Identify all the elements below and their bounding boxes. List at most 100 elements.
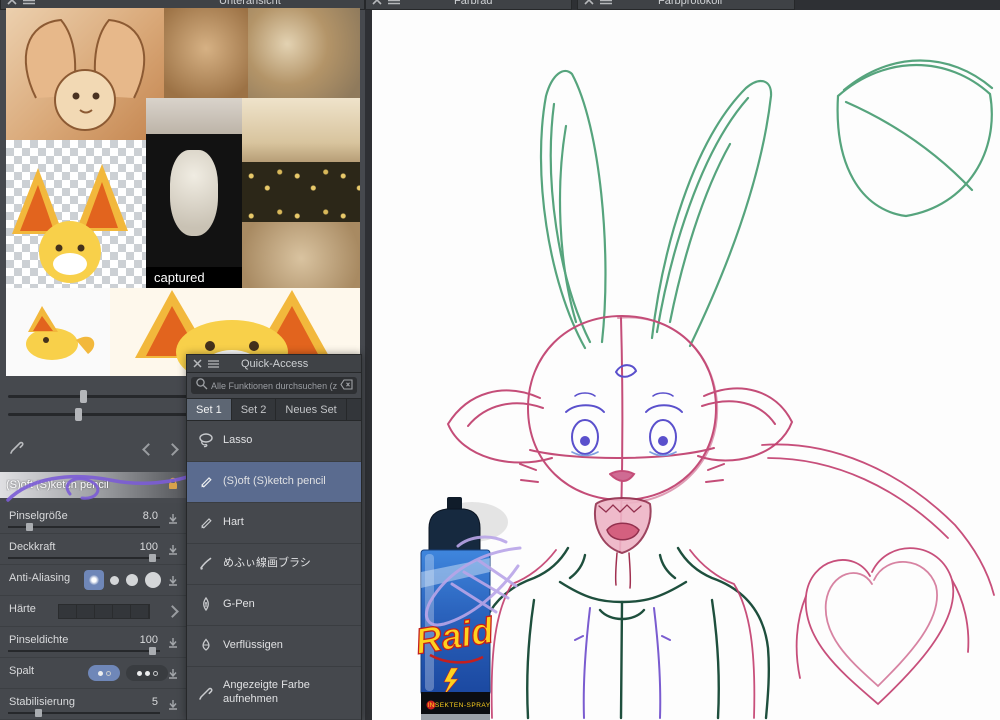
quick-access-item-gpen[interactable]: G-Pen (187, 585, 361, 626)
drawing-canvas[interactable]: Raid INSEKTEN-SPRAY (372, 10, 1000, 720)
search-bar[interactable] (191, 377, 357, 394)
gap-option-selected[interactable] (88, 665, 120, 681)
expand-icon[interactable] (166, 605, 179, 618)
slider-track[interactable] (8, 413, 188, 416)
search-input[interactable] (211, 380, 337, 391)
download-icon[interactable] (167, 574, 179, 592)
panel-title: Unteransicht (219, 0, 281, 7)
menu-icon[interactable] (600, 0, 612, 10)
clear-search-icon[interactable] (340, 377, 353, 395)
canvas-sketch: Raid INSEKTEN-SPRAY (412, 59, 995, 720)
menu-icon[interactable] (388, 0, 400, 10)
quick-access-panel: Quick-Access Set 1 Set 2 Neues Set Lasso (186, 354, 362, 720)
reference-photo-sparkles (242, 162, 360, 222)
sketch-green (539, 59, 994, 350)
prop-label: Anti-Aliasing (9, 572, 71, 584)
prop-label: Pinseldichte (9, 634, 69, 646)
download-icon[interactable] (167, 543, 179, 561)
prop-slider-track[interactable] (8, 647, 160, 655)
gap-option[interactable] (126, 665, 168, 681)
pencil-icon (198, 473, 214, 492)
fennec-art (24, 18, 146, 131)
quick-access-item-liquify[interactable]: Verflüssigen (187, 626, 361, 667)
reference-photo (242, 222, 360, 288)
reference-photo (248, 8, 360, 98)
tab-new-set[interactable]: Neues Set (276, 399, 347, 420)
quick-access-item-sketch-pencil[interactable]: (S)oft (S)ketch pencil (187, 462, 361, 503)
prop-value: 100 (139, 634, 158, 646)
aa-option-soft-selected[interactable] (84, 570, 104, 590)
quick-access-item-lasso[interactable]: Lasso (187, 421, 361, 462)
sketch-magenta (490, 443, 995, 719)
reference-photo (164, 8, 248, 98)
prop-row-gap[interactable]: Spalt (0, 658, 186, 689)
aa-option[interactable] (110, 576, 119, 585)
prev-image-button[interactable] (142, 443, 155, 456)
prop-slider-track[interactable] (8, 709, 160, 717)
prop-row-opacity[interactable]: Deckkraft 100 (0, 534, 186, 565)
tab-set-1[interactable]: Set 1 (187, 399, 232, 420)
liquify-icon (198, 637, 214, 656)
quick-access-item-mefi-brush[interactable]: めふぃ線画ブラシ (187, 544, 361, 585)
prop-slider-handle[interactable] (26, 523, 34, 531)
slider-track[interactable] (8, 395, 188, 398)
panel-title: Farbrad (454, 0, 493, 7)
prop-slider-handle[interactable] (149, 647, 157, 655)
fennekin-art (12, 164, 128, 283)
eyedropper-toggle-icon[interactable] (9, 438, 25, 459)
prop-label: Spalt (9, 665, 35, 677)
close-icon[interactable] (372, 0, 382, 10)
prop-row-stabilization[interactable]: Stabilisierung 5 (0, 689, 186, 720)
pen-nib-icon (198, 596, 214, 615)
aa-option[interactable] (145, 572, 161, 588)
prop-value: 5 (151, 696, 158, 708)
prop-label: Stabilisierung (9, 696, 76, 708)
menu-icon[interactable] (208, 355, 219, 373)
colorwheel-titlebar[interactable]: Farbrad (365, 0, 572, 10)
sketch-body (475, 546, 771, 720)
prop-slider-handle[interactable] (35, 709, 43, 717)
quick-access-tabs: Set 1 Set 2 Neues Set (187, 398, 361, 421)
prop-slider-track[interactable] (8, 523, 160, 531)
tab-set-2[interactable]: Set 2 (232, 399, 277, 420)
raid-band-text: INSEKTEN-SPRAY (427, 702, 490, 709)
close-icon[interactable] (584, 0, 594, 10)
hardness-segments[interactable] (58, 604, 150, 619)
download-icon[interactable] (167, 636, 179, 654)
slider-handle[interactable] (74, 408, 82, 421)
lock-icon[interactable] (166, 476, 180, 495)
current-tool-bar[interactable]: (S)oft (S)ketch pencil (0, 472, 186, 498)
aa-option[interactable] (126, 574, 138, 586)
subview-rotate-slider[interactable] (8, 408, 188, 421)
prop-row-hardness[interactable]: Härte (0, 596, 186, 627)
panel-title: Farbprotokoll (658, 0, 723, 7)
subview-zoom-slider[interactable] (8, 390, 188, 403)
lasso-icon (198, 432, 214, 451)
reference-art-fennekin (6, 288, 110, 376)
colorhistory-titlebar[interactable]: Farbprotokoll (577, 0, 795, 10)
brush-icon (198, 555, 214, 574)
reference-photo (242, 98, 360, 162)
download-icon[interactable] (167, 512, 179, 530)
download-icon[interactable] (167, 698, 179, 716)
prop-row-density[interactable]: Pinseldichte 100 (0, 627, 186, 658)
prop-label: Pinselgröße (9, 510, 68, 522)
prop-row-antialiasing[interactable]: Anti-Aliasing (0, 565, 186, 596)
next-image-button[interactable] (166, 443, 179, 456)
prop-slider-handle[interactable] (149, 554, 157, 562)
close-icon[interactable] (193, 355, 202, 373)
search-icon (195, 377, 208, 395)
reference-photo (146, 98, 242, 134)
quick-access-titlebar[interactable]: Quick-Access (187, 355, 361, 373)
quick-access-item-hart[interactable]: Hart (187, 503, 361, 544)
download-icon[interactable] (167, 667, 179, 685)
prop-row-brush-size[interactable]: Pinselgröße 8.0 (0, 503, 186, 534)
reference-art-fennekin (6, 140, 146, 288)
fennekin-art (26, 306, 95, 360)
quick-access-item-pick-color[interactable]: Angezeigte Farbe aufnehmen (187, 667, 361, 720)
prop-value: 8.0 (142, 510, 158, 522)
panel-title: Quick-Access (241, 357, 309, 370)
slider-handle[interactable] (80, 390, 87, 403)
sketch-eyes (565, 364, 683, 457)
prop-slider-track[interactable] (8, 554, 160, 562)
